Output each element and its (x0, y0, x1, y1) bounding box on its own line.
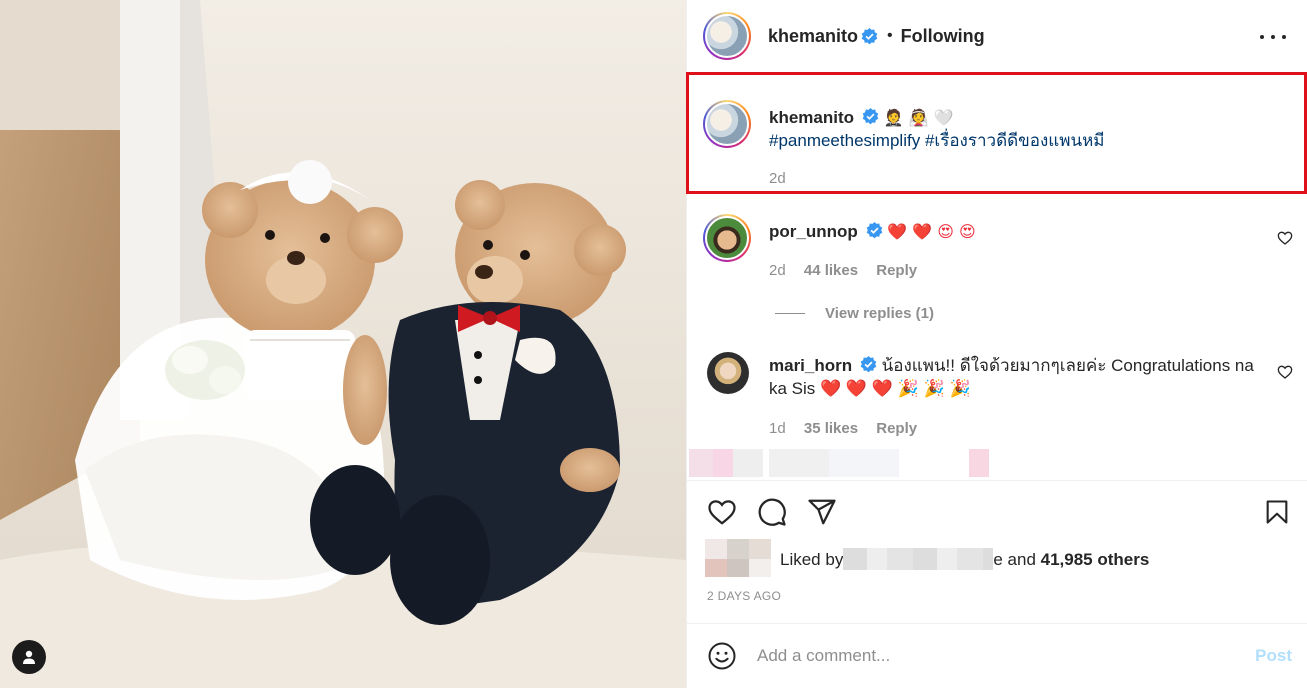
caption-username[interactable]: khemanito (769, 108, 854, 127)
more-options-button[interactable] (1260, 24, 1286, 50)
more-icon (1260, 35, 1264, 39)
commenter-avatar[interactable] (707, 352, 749, 394)
hashtag-link[interactable]: #panmeethesimplify (769, 131, 920, 150)
liked-by-and: and (1007, 550, 1036, 569)
liked-by-summary: Liked by e and 41,985 others (705, 539, 1149, 579)
post-date[interactable]: 2 DAYS AGO (707, 589, 781, 603)
comment-input[interactable] (757, 646, 1237, 666)
commenter-avatar[interactable] (703, 214, 751, 262)
blurred-comment (689, 449, 1009, 477)
comment-text: ❤️ ❤️ 😍 😍 (887, 222, 976, 241)
header-separator: • (887, 27, 893, 44)
hashtag-link[interactable]: #เรื่องราวดีดีของแพนหมี (925, 131, 1105, 150)
reply-button[interactable]: Reply (876, 262, 917, 279)
add-comment-bar: Post (687, 624, 1307, 688)
verified-badge-icon (860, 356, 877, 373)
post-comment-button[interactable]: Post (1255, 646, 1292, 666)
comment-like-heart-icon[interactable] (1277, 230, 1293, 246)
verified-badge-icon (862, 108, 879, 125)
comment-icon[interactable] (757, 497, 787, 527)
verified-badge-icon (861, 27, 878, 44)
post-header: khemanito • Following (687, 0, 1307, 72)
comment-time[interactable]: 2d (769, 262, 786, 279)
following-button[interactable]: Following (901, 26, 985, 47)
user-tag-button[interactable] (12, 640, 46, 674)
comment-likes[interactable]: 35 likes (804, 420, 858, 437)
post-actions (707, 497, 1292, 529)
author-username[interactable]: khemanito (768, 26, 858, 47)
post-photo[interactable] (0, 0, 686, 688)
actions-divider (687, 480, 1307, 481)
teddy-bear-wedding-image (0, 0, 686, 688)
replies-divider-line (775, 313, 805, 314)
bookmark-icon[interactable] (1263, 497, 1291, 527)
comment-time[interactable]: 1d (769, 420, 786, 437)
author-avatar[interactable] (703, 12, 751, 60)
post-detail-panel: khemanito • Following khemanito 🤵 👰 🤍 #p… (686, 0, 1307, 688)
caption-avatar[interactable] (703, 100, 751, 148)
comment-likes[interactable]: 44 likes (804, 262, 858, 279)
blurred-liker-name[interactable] (843, 548, 994, 570)
comment-username[interactable]: por_unnop (769, 222, 858, 241)
verified-badge-icon (866, 222, 882, 239)
liked-by-label: Liked by (780, 550, 844, 569)
heart-icon[interactable] (707, 497, 737, 527)
caption-emojis: 🤵 👰 🤍 (883, 108, 954, 127)
smiley-icon[interactable] (707, 641, 737, 671)
comment-like-heart-icon[interactable] (1277, 364, 1293, 380)
view-replies-button[interactable]: View replies (1) (775, 305, 934, 322)
caption: khemanito 🤵 👰 🤍 #panmeethesimplify #เรื่… (703, 100, 1293, 190)
paper-plane-icon[interactable] (807, 497, 837, 527)
likes-count-button[interactable]: 41,985 others (1041, 550, 1150, 569)
comment: mari_horn น้องแพน!! ดีใจด้วยมากๆเลยค่ะ C… (703, 350, 1293, 440)
liked-by-avatars[interactable] (705, 539, 775, 579)
view-replies-label: View replies (1) (825, 305, 934, 322)
comment: por_unnop ❤️ ❤️ 😍 😍 2d 44 likes Reply (703, 214, 1293, 304)
caption-time[interactable]: 2d (769, 170, 786, 187)
user-tag-icon (23, 650, 35, 664)
comment-username[interactable]: mari_horn (769, 356, 852, 375)
reply-button[interactable]: Reply (876, 420, 917, 437)
liked-by-name-suffix[interactable]: e (993, 550, 1002, 569)
